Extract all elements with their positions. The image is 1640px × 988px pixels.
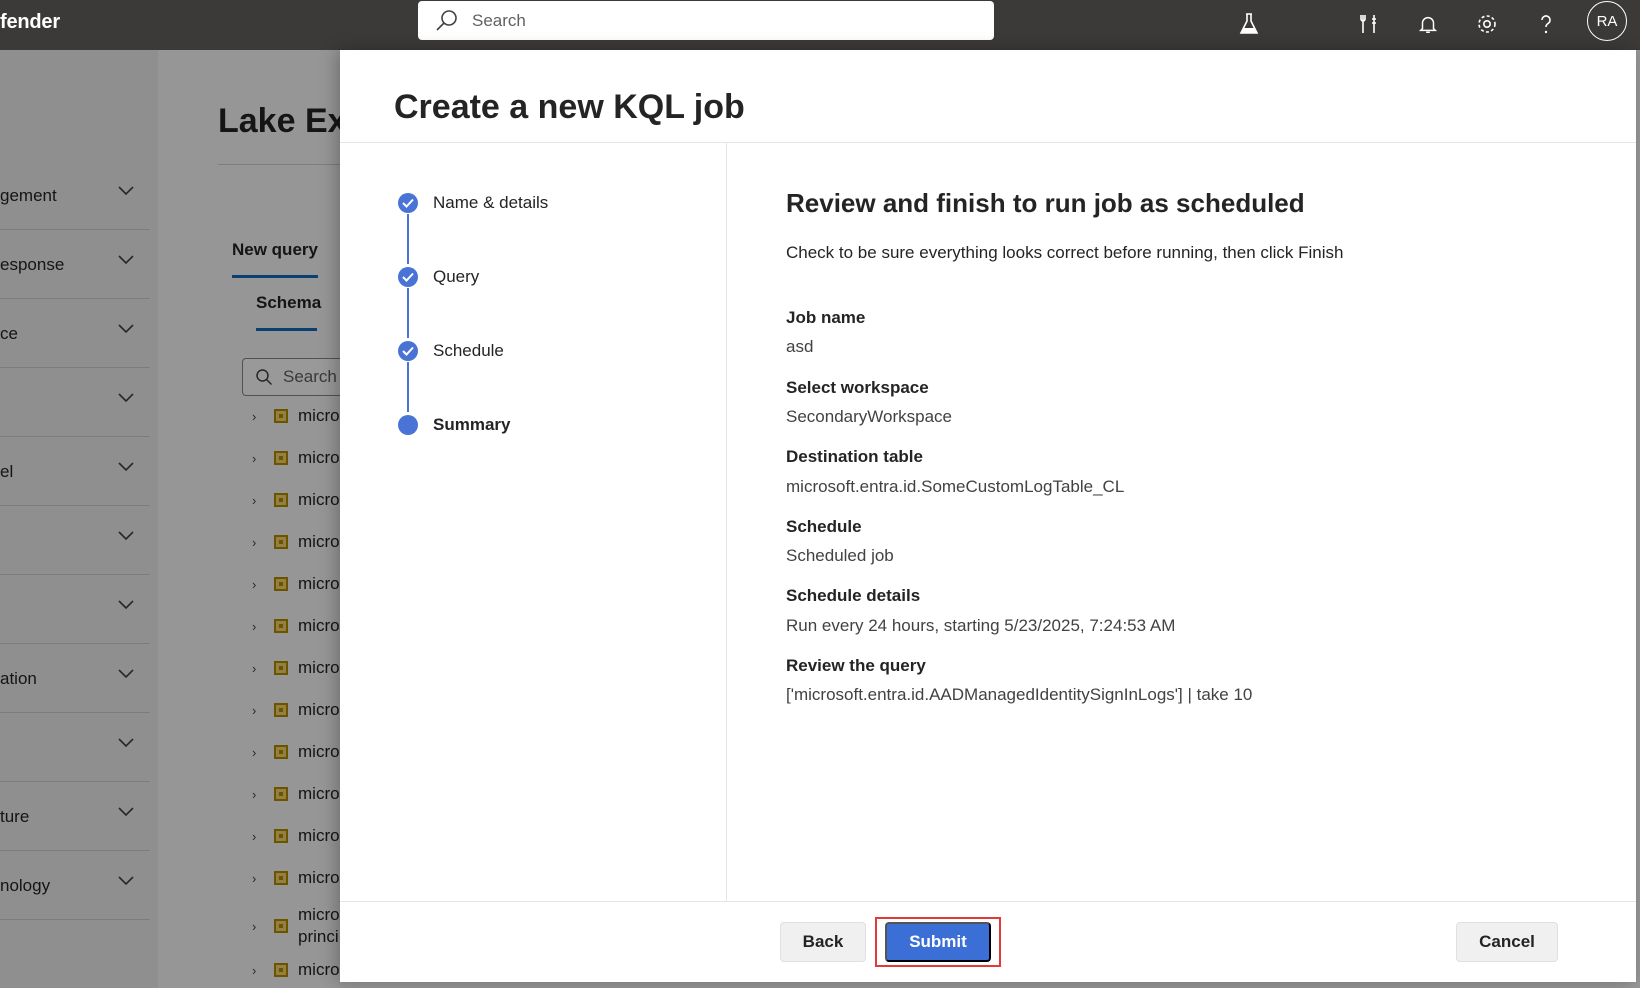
app-brand: fender bbox=[0, 11, 60, 33]
step-label: Summary bbox=[433, 415, 511, 434]
checkmark-icon bbox=[398, 193, 418, 213]
field-label-job-name: Job name bbox=[786, 308, 866, 327]
user-avatar[interactable]: RA bbox=[1587, 1, 1627, 41]
top-bar: fender Search RA bbox=[0, 0, 1640, 50]
step-label: Schedule bbox=[433, 341, 504, 360]
step-connector bbox=[407, 214, 409, 264]
create-kql-job-panel: Create a new KQL job Name & details Quer… bbox=[340, 50, 1636, 982]
field-label-schedule-details: Schedule details bbox=[786, 586, 921, 605]
divider bbox=[726, 143, 727, 901]
step-connector bbox=[407, 362, 409, 412]
search-icon bbox=[436, 9, 457, 31]
step-query[interactable]: Query bbox=[398, 267, 479, 287]
field-label-workspace: Select workspace bbox=[786, 378, 929, 397]
global-search-input[interactable]: Search bbox=[418, 1, 994, 40]
review-heading: Review and finish to run job as schedule… bbox=[786, 188, 1305, 218]
checkmark-icon bbox=[398, 267, 418, 287]
cancel-button[interactable]: Cancel bbox=[1456, 922, 1558, 962]
field-value-workspace: SecondaryWorkspace bbox=[786, 407, 952, 426]
current-step-dot-icon bbox=[398, 415, 418, 435]
help-icon[interactable] bbox=[1527, 5, 1565, 43]
field-value-schedule-details: Run every 24 hours, starting 5/23/2025, … bbox=[786, 616, 1176, 635]
step-label: Query bbox=[433, 267, 480, 286]
panel-title: Create a new KQL job bbox=[394, 88, 745, 126]
step-label: Name & details bbox=[433, 193, 549, 212]
review-subtitle: Check to be sure everything looks correc… bbox=[786, 243, 1344, 262]
field-value-destination-table: microsoft.entra.id.SomeCustomLogTable_CL bbox=[786, 477, 1125, 496]
search-placeholder: Search bbox=[472, 10, 526, 30]
step-name-details[interactable]: Name & details bbox=[398, 193, 548, 213]
checkmark-icon bbox=[398, 341, 418, 361]
field-value-job-name: asd bbox=[786, 337, 814, 356]
back-button[interactable]: Back bbox=[780, 922, 866, 962]
field-label-schedule: Schedule bbox=[786, 517, 862, 536]
divider bbox=[340, 901, 1636, 902]
submit-highlight-box bbox=[875, 917, 1001, 967]
divider bbox=[340, 142, 1636, 143]
gear-icon[interactable] bbox=[1468, 5, 1506, 43]
field-value-schedule: Scheduled job bbox=[786, 546, 894, 565]
field-label-query: Review the query bbox=[786, 656, 926, 675]
step-connector bbox=[407, 288, 409, 338]
field-value-query: ['microsoft.entra.id.AADManagedIdentityS… bbox=[786, 685, 1253, 704]
lab-flask-icon[interactable] bbox=[1230, 5, 1268, 43]
tools-icon[interactable] bbox=[1350, 5, 1388, 43]
step-schedule[interactable]: Schedule bbox=[398, 341, 504, 361]
bell-icon[interactable] bbox=[1409, 5, 1447, 43]
field-label-destination-table: Destination table bbox=[786, 447, 923, 466]
step-summary[interactable]: Summary bbox=[398, 415, 510, 435]
